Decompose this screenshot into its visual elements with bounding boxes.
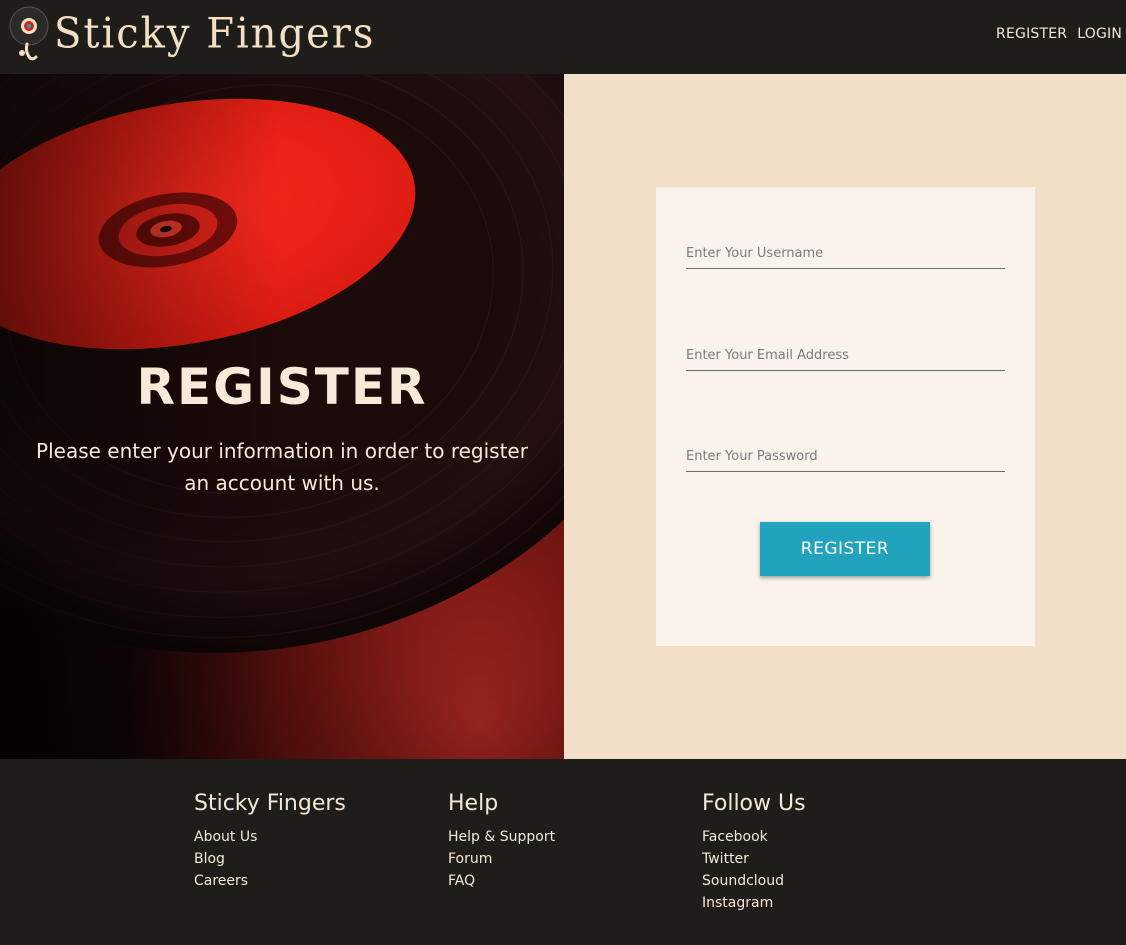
vinyl-record-image bbox=[0, 74, 564, 759]
password-input[interactable] bbox=[686, 442, 1005, 471]
username-input[interactable] bbox=[686, 239, 1005, 268]
site-logo[interactable]: Sticky Fingers bbox=[8, 6, 375, 62]
footer-heading: Sticky Fingers bbox=[194, 791, 346, 816]
footer-link-forum[interactable]: Forum bbox=[448, 851, 492, 867]
footer-link-twitter[interactable]: Twitter bbox=[702, 851, 749, 867]
register-form: REGISTER bbox=[656, 187, 1035, 646]
nav-login-link[interactable]: LOGIN bbox=[1077, 26, 1122, 42]
form-panel: REGISTER bbox=[564, 74, 1126, 759]
footer-link-soundcloud[interactable]: Soundcloud bbox=[702, 873, 784, 889]
footer-link-about-us[interactable]: About Us bbox=[194, 829, 257, 845]
site-footer: Sticky Fingers About Us Blog Careers Hel… bbox=[0, 759, 1126, 945]
page-title: REGISTER bbox=[136, 358, 428, 416]
hero-panel: REGISTER Please enter your information i… bbox=[0, 74, 564, 759]
footer-link-faq[interactable]: FAQ bbox=[448, 873, 475, 889]
password-field-wrapper bbox=[686, 442, 1005, 472]
footer-link-facebook[interactable]: Facebook bbox=[702, 829, 768, 845]
register-submit-button[interactable]: REGISTER bbox=[760, 522, 930, 576]
record-mascot-icon bbox=[8, 6, 50, 62]
hero-description: Please enter your information in order t… bbox=[36, 439, 528, 495]
footer-link-help-support[interactable]: Help & Support bbox=[448, 829, 555, 845]
footer-column-help: Help Help & Support Forum FAQ bbox=[448, 791, 555, 894]
username-field-wrapper bbox=[686, 239, 1005, 269]
logo-wordmark: Sticky Fingers bbox=[54, 9, 376, 59]
footer-column-follow-us: Follow Us Facebook Twitter Soundcloud In… bbox=[702, 791, 806, 916]
nav-register-link[interactable]: REGISTER bbox=[996, 26, 1067, 42]
top-nav: REGISTER LOGIN bbox=[996, 26, 1122, 42]
footer-link-careers[interactable]: Careers bbox=[194, 873, 248, 889]
footer-link-blog[interactable]: Blog bbox=[194, 851, 225, 867]
email-field-wrapper bbox=[686, 341, 1005, 371]
footer-heading: Follow Us bbox=[702, 791, 806, 816]
footer-heading: Help bbox=[448, 791, 499, 816]
footer-column-sticky-fingers: Sticky Fingers About Us Blog Careers bbox=[194, 791, 346, 894]
footer-link-instagram[interactable]: Instagram bbox=[702, 895, 773, 911]
site-header: Sticky Fingers REGISTER LOGIN bbox=[0, 0, 1126, 74]
email-input[interactable] bbox=[686, 341, 1005, 370]
